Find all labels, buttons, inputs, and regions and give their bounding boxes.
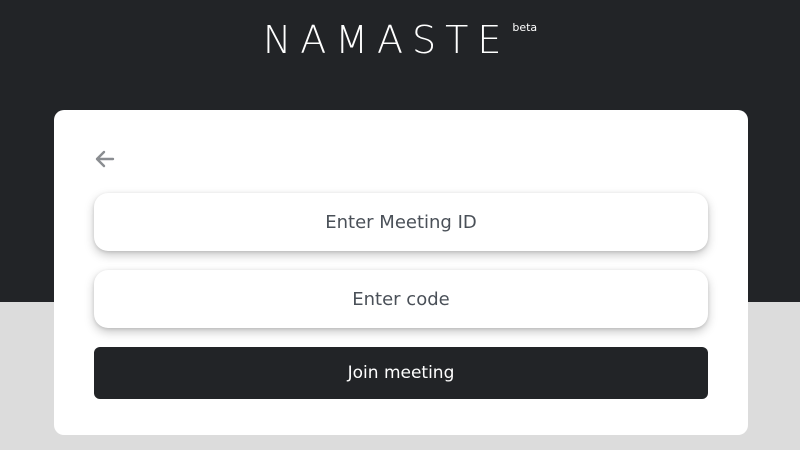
beta-badge: beta bbox=[512, 21, 538, 34]
join-meeting-button[interactable]: Join meeting bbox=[94, 347, 708, 399]
brand-logo: NAMASTE beta bbox=[0, 16, 800, 64]
code-input[interactable] bbox=[94, 270, 708, 328]
join-meeting-card: Join meeting bbox=[54, 110, 748, 435]
back-button[interactable] bbox=[90, 144, 120, 174]
brand-name: NAMASTE bbox=[262, 18, 511, 62]
meeting-id-input[interactable] bbox=[94, 193, 708, 251]
arrow-left-icon bbox=[95, 150, 115, 168]
